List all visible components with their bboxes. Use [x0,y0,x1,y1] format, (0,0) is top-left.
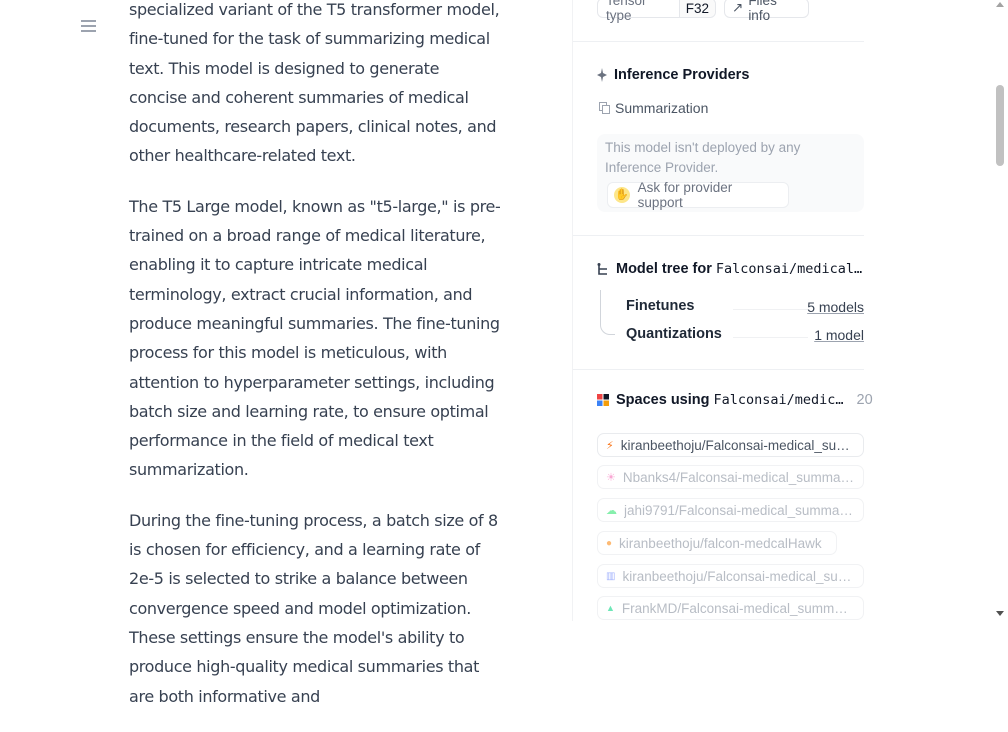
quantizations-link[interactable]: 1 model [814,327,864,343]
model-card-article: specialized variant of the T5 transforme… [129,0,501,732]
inference-notice: This model isn't deployed by any Inferen… [597,134,864,212]
lightning-icon: ⚡ [606,439,614,452]
tree-connector [600,290,615,335]
spaces-title: Spaces using [616,392,710,408]
files-info-button[interactable]: ↗ Files info [724,0,809,23]
tree-row-leader [733,337,808,338]
section-divider [573,41,864,42]
space-name: kiranbeethoju/falcon-medcalHawk [619,535,822,551]
space-item[interactable]: ▥ kiranbeethoju/Falconsai-medical_su… [597,564,864,588]
space-item[interactable]: ☀ Nbanks4/Falconsai-medical_summa… [597,465,864,489]
scroll-up-arrow-icon[interactable] [996,2,1004,7]
spaces-heading: Spaces using Falconsai/medic… 20 [597,392,873,408]
space-item[interactable]: ▲ FrankMD/Falconsai-medical_summa… [597,596,864,620]
tree-row-quantizations-label: Quantizations [626,326,722,342]
model-tree-repo[interactable]: Falconsai/medical… [716,261,862,277]
space-name: FrankMD/Falconsai-medical_summa… [621,600,855,616]
chart-icon: ▥ [606,570,616,582]
tensor-type-label: Tensor type [606,0,647,23]
space-item[interactable]: ☁ jahi9791/Falconsai-medical_summar… [597,498,864,522]
article-paragraph-2: The T5 Large model, known as "t5-large,"… [129,196,501,480]
article-paragraph-3: During the fine-tuning process, a batch … [129,510,498,706]
task-label: Summarization [615,100,709,116]
model-tree-title: Model tree for [616,261,712,277]
ask-provider-support-button[interactable]: ✋ Ask for provider support [607,180,789,210]
model-tree-heading: Model tree for Falconsai/medical… [597,261,862,277]
space-name: jahi9791/Falconsai-medical_summar… [624,502,855,518]
cloud-icon: ☁ [606,504,617,517]
triangle-icon: ▲ [606,603,615,613]
tree-row-leader [733,309,808,310]
model-tree-icon [597,262,607,275]
inference-notice-text: This model isn't deployed by any Inferen… [605,140,801,175]
tensor-type-badge: Tensor type F32 [597,0,716,23]
space-item[interactable]: ⚡ kiranbeethoju/Falconsai-medical_su… [597,433,864,457]
files-info-label: Files info [748,0,777,23]
external-arrow-icon: ↗ [732,0,744,15]
task-summarization[interactable]: Summarization [599,100,708,116]
scroll-down-arrow-icon[interactable] [996,611,1004,616]
hamburger-menu-icon[interactable] [81,20,96,34]
tree-row-finetunes-label: Finetunes [626,298,695,314]
section-divider [573,369,864,370]
inference-sparkle-icon [597,68,607,82]
summarization-icon [599,102,610,114]
dot-icon: ● [606,537,613,549]
sun-icon: ☀ [606,471,616,484]
hand-raise-icon: ✋ [614,187,630,203]
model-sidebar: Tensor type F32 ↗ Files info Inference P… [573,0,873,621]
space-item[interactable]: ● kiranbeethoju/falcon-medcalHawk [597,531,837,555]
inference-providers-heading: Inference Providers [597,67,749,83]
space-name: kiranbeethoju/Falconsai-medical_su… [622,568,852,584]
spaces-repo[interactable]: Falconsai/medic… [713,392,843,408]
article-paragraph-1: specialized variant of the T5 transforme… [129,0,500,166]
space-name: Nbanks4/Falconsai-medical_summa… [622,469,854,485]
ask-provider-support-label: Ask for provider support [637,180,733,210]
inference-providers-title: Inference Providers [614,67,750,83]
spaces-count: 20 [856,392,873,408]
spaces-grid-icon [597,394,609,406]
tensor-type-value: F32 [678,0,715,17]
finetunes-link[interactable]: 5 models [807,299,864,315]
scrollbar-thumb[interactable] [996,85,1004,166]
space-name: kiranbeethoju/Falconsai-medical_su… [620,437,850,453]
section-divider [573,235,864,236]
